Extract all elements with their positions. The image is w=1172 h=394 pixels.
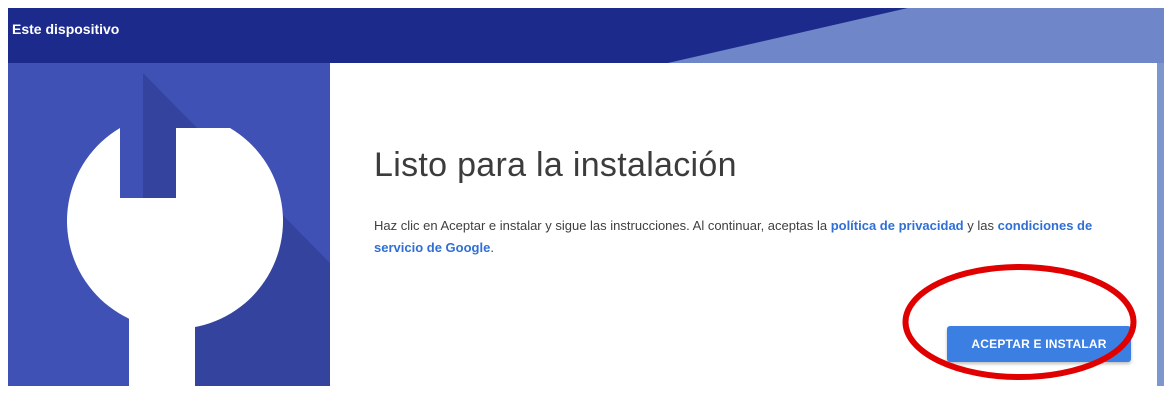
description-text-part2: y las	[963, 218, 998, 233]
description-text-part3: .	[490, 240, 494, 255]
card-description: Haz clic en Aceptar e instalar y sigue l…	[374, 215, 1134, 259]
icon-panel	[8, 63, 330, 386]
wrench-icon	[8, 63, 330, 386]
accept-and-install-button[interactable]: ACEPTAR E INSTALAR	[947, 326, 1131, 362]
privacy-policy-link[interactable]: política de privacidad	[831, 218, 964, 233]
window-frame: Este dispositivo Listo para la instalaci…	[8, 8, 1164, 386]
install-card: Listo para la instalación Haz clic en Ac…	[330, 63, 1157, 386]
header-title: Este dispositivo	[12, 21, 120, 37]
card-title: Listo para la instalación	[374, 146, 737, 184]
description-text-part1: Haz clic en Aceptar e instalar y sigue l…	[374, 218, 831, 233]
